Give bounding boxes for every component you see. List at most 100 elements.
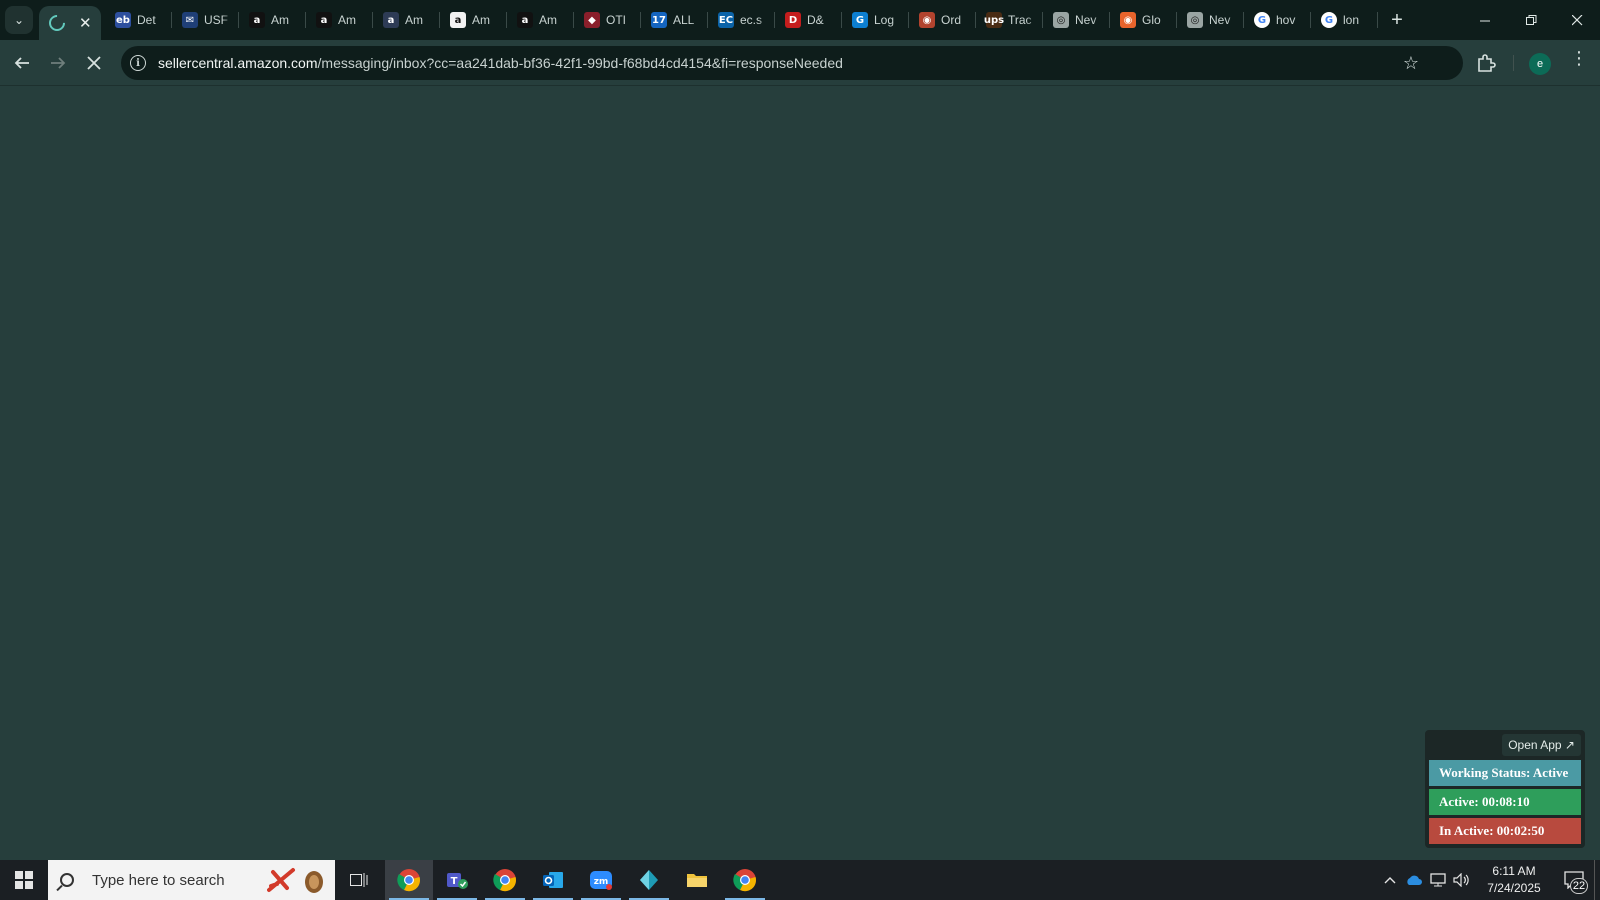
show-desktop-button[interactable] bbox=[1594, 860, 1600, 900]
tab-title: USF bbox=[204, 13, 228, 27]
browser-tab[interactable]: ◉ Glo bbox=[1110, 0, 1177, 40]
browser-menu-icon[interactable]: ⋮ bbox=[1570, 49, 1588, 67]
chrome-profile-app[interactable] bbox=[385, 860, 433, 900]
bookmark-star-icon[interactable]: ☆ bbox=[1403, 53, 1419, 74]
task-view-button[interactable] bbox=[335, 860, 383, 900]
outlook-app[interactable] bbox=[529, 860, 577, 900]
tab-title: Am bbox=[539, 13, 557, 27]
chrome-gray-icon: ◎ bbox=[1053, 12, 1069, 28]
stop-loading-button[interactable] bbox=[76, 45, 112, 81]
zoom-icon: zm bbox=[589, 868, 613, 892]
close-icon bbox=[87, 55, 101, 70]
browser-tab[interactable]: ups Trac bbox=[976, 0, 1043, 40]
tab-title: Am bbox=[271, 13, 289, 27]
zoom-app[interactable]: zm bbox=[577, 860, 625, 900]
browser-tab[interactable]: EC ec.s bbox=[708, 0, 775, 40]
browser-tab[interactable]: a Am bbox=[440, 0, 507, 40]
task-view-icon bbox=[350, 873, 368, 887]
back-button[interactable] bbox=[4, 45, 40, 81]
amazon-icon: a bbox=[316, 12, 332, 28]
browser-tab[interactable]: D D& bbox=[775, 0, 842, 40]
chrome-icon bbox=[397, 868, 421, 892]
open-app-button[interactable]: Open App ↗ bbox=[1502, 734, 1581, 756]
forward-button[interactable] bbox=[40, 45, 76, 81]
search-placeholder: Type here to search bbox=[92, 871, 225, 889]
browser-tab[interactable]: eb Det bbox=[105, 0, 172, 40]
tab-title: Det bbox=[137, 13, 156, 27]
active-time-label: Active: 00:08:10 bbox=[1429, 789, 1581, 815]
chevron-down-icon: ⌄ bbox=[13, 13, 25, 27]
close-tab-button[interactable]: ✕ bbox=[79, 16, 92, 31]
file-explorer-app[interactable] bbox=[673, 860, 721, 900]
browser-tab[interactable]: a Am bbox=[507, 0, 574, 40]
browser-toolbar: i sellercentral.amazon.com/messaging/inb… bbox=[0, 40, 1600, 86]
tab-title: ec.s bbox=[740, 13, 763, 27]
browser-tab[interactable]: ◎ Nev bbox=[1043, 0, 1110, 40]
ups-icon: ups bbox=[984, 12, 1004, 28]
show-hidden-icons-chevron-up-icon[interactable] bbox=[1378, 860, 1402, 900]
extensions-puzzle-icon[interactable] bbox=[1475, 52, 1497, 74]
svg-text:T: T bbox=[451, 876, 458, 887]
chrome-app[interactable] bbox=[481, 860, 529, 900]
svg-text:zm: zm bbox=[594, 877, 609, 887]
chrome-icon bbox=[733, 868, 757, 892]
tab-title: ALL bbox=[673, 13, 695, 27]
taskbar-search-box[interactable]: Type here to search bbox=[48, 860, 335, 900]
tab-title: D& bbox=[807, 13, 824, 27]
browser-tab[interactable]: a Am bbox=[239, 0, 306, 40]
browser-tab[interactable]: Glon bbox=[1311, 0, 1378, 40]
browser-tab[interactable]: 17 ALL bbox=[641, 0, 708, 40]
tab-title: Am bbox=[338, 13, 356, 27]
tab-title: Ord bbox=[941, 13, 962, 27]
close-window-button[interactable] bbox=[1554, 0, 1600, 40]
taskbar-apps: Tzm bbox=[385, 860, 769, 900]
tab-title: OTI bbox=[606, 13, 626, 27]
tab-title: Am bbox=[405, 13, 423, 27]
notification-center-button[interactable]: 22 bbox=[1554, 860, 1594, 900]
restore-icon bbox=[1525, 14, 1536, 25]
browser-tab[interactable]: ◎ Nev bbox=[1177, 0, 1244, 40]
minimize-icon bbox=[1479, 20, 1490, 21]
chrome-app-2[interactable] bbox=[721, 860, 769, 900]
volume-speaker-icon[interactable] bbox=[1450, 860, 1474, 900]
logistics-icon: G bbox=[852, 12, 868, 28]
restore-button[interactable] bbox=[1508, 0, 1554, 40]
tab-search-button[interactable]: ⌄ bbox=[5, 6, 33, 34]
profile-avatar[interactable]: e bbox=[1529, 53, 1551, 75]
tab-title: Trac bbox=[1008, 13, 1032, 27]
url-path: /messaging/inbox?cc=aa241dab-bf36-42f1-9… bbox=[317, 55, 843, 71]
folder-icon bbox=[685, 868, 709, 892]
teal-app[interactable] bbox=[625, 860, 673, 900]
onedrive-cloud-icon[interactable] bbox=[1402, 860, 1426, 900]
site-info-icon[interactable]: i bbox=[130, 55, 146, 71]
search-highlight-art bbox=[267, 866, 327, 894]
tab-title: Nev bbox=[1075, 13, 1097, 27]
active-tab[interactable]: ✕ bbox=[39, 6, 101, 40]
tab-title: Glo bbox=[1142, 13, 1161, 27]
oti-icon: ◆ bbox=[584, 12, 600, 28]
browser-tab[interactable]: ◉ Ord bbox=[909, 0, 976, 40]
browser-tab[interactable]: ✉ USF bbox=[172, 0, 239, 40]
browser-tab[interactable]: G Log bbox=[842, 0, 909, 40]
address-bar[interactable]: i sellercentral.amazon.com/messaging/inb… bbox=[121, 46, 1463, 80]
windows-taskbar: Type here to search Tzm 6:11 AM 7/24/202… bbox=[0, 860, 1600, 900]
teams-app[interactable]: T bbox=[433, 860, 481, 900]
teams-icon: T bbox=[445, 868, 469, 892]
browser-tab[interactable]: a Am bbox=[306, 0, 373, 40]
chrome-icon bbox=[493, 868, 517, 892]
minimize-button[interactable] bbox=[1462, 0, 1508, 40]
close-icon bbox=[1571, 14, 1582, 25]
browser-tab[interactable]: ◆ OTI bbox=[574, 0, 641, 40]
search-icon bbox=[60, 873, 74, 887]
start-button[interactable] bbox=[0, 860, 48, 900]
time-tracker-widget: Open App ↗ Working Status: Active Active… bbox=[1425, 730, 1585, 848]
browser-tab[interactable]: Ghov bbox=[1244, 0, 1311, 40]
arrow-left-icon bbox=[14, 56, 29, 69]
taskbar-clock[interactable]: 6:11 AM 7/24/2025 bbox=[1474, 863, 1554, 897]
browser-tab[interactable]: a Am bbox=[373, 0, 440, 40]
network-icon[interactable] bbox=[1426, 860, 1450, 900]
new-tab-button[interactable]: + bbox=[1382, 9, 1412, 32]
google-icon: G bbox=[1254, 12, 1270, 28]
toolbar-divider bbox=[1513, 55, 1514, 71]
url-text[interactable]: sellercentral.amazon.com/messaging/inbox… bbox=[158, 55, 843, 71]
